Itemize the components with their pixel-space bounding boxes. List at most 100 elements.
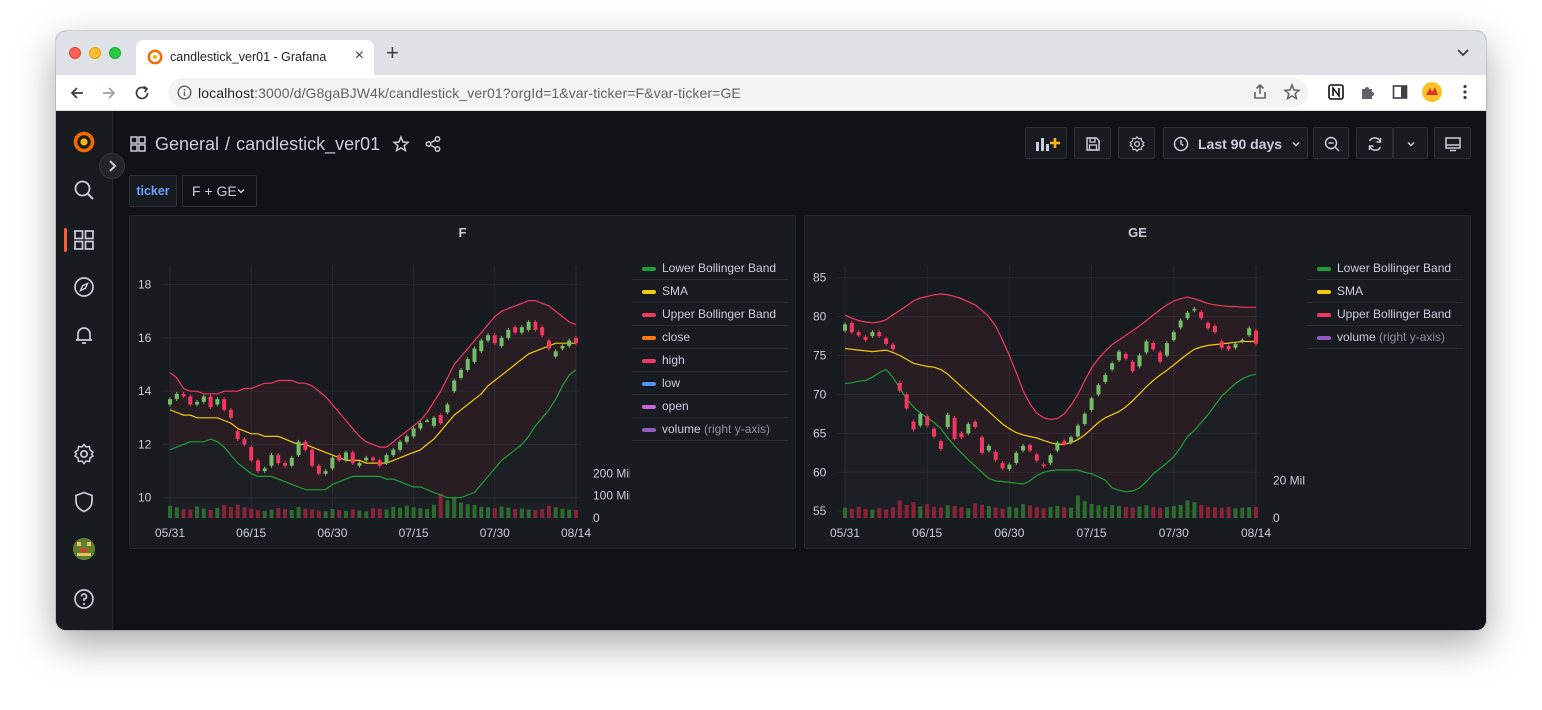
browser-menu-icon[interactable]: [1456, 83, 1474, 101]
candle-body: [201, 396, 206, 402]
extensions-puzzle-icon[interactable]: [1359, 83, 1377, 101]
panel-legend: Lower Bollinger Band SMA Upper Bollinger B…: [1307, 257, 1463, 349]
add-panel-button[interactable]: [1025, 127, 1067, 159]
candle-body: [364, 457, 369, 461]
volume-bar: [445, 500, 450, 518]
legend-item[interactable]: low: [632, 372, 788, 395]
legend-item[interactable]: open: [632, 395, 788, 418]
legend-label: Lower Bollinger Band: [662, 261, 777, 275]
legend-item[interactable]: Lower Bollinger Band: [1307, 257, 1463, 280]
notion-extension-icon[interactable]: [1327, 83, 1345, 101]
explore-compass-icon[interactable]: [72, 275, 96, 299]
y-tick-label: 70: [813, 387, 827, 401]
panel-ge[interactable]: GE 55 60 65 70 75 80 85 05/31 06/15 06/30 07/15 07/…: [804, 215, 1471, 549]
ticker-variable-select[interactable]: F + GE: [182, 175, 257, 207]
legend-item[interactable]: Lower Bollinger Band: [632, 257, 788, 280]
legend-item[interactable]: high: [632, 349, 788, 372]
volume-bar: [418, 508, 423, 518]
dashboards-grid-icon[interactable]: [72, 228, 96, 252]
candle-body: [1096, 385, 1101, 395]
refresh-interval-dropdown[interactable]: [1393, 127, 1428, 159]
configuration-gear-icon[interactable]: [72, 442, 96, 466]
candle-body: [357, 463, 362, 466]
legend-item[interactable]: Upper Bollinger Band: [632, 303, 788, 326]
new-tab-icon[interactable]: +: [386, 42, 399, 64]
refresh-dashboard-button[interactable]: [1356, 127, 1393, 159]
volume-bar: [1103, 506, 1108, 518]
candle-body: [222, 399, 227, 410]
refresh-icon: [1368, 137, 1382, 151]
legend-swatch: [642, 359, 656, 363]
share-dashboard-icon[interactable]: [424, 135, 442, 153]
candle-body: [843, 324, 847, 331]
time-picker-button[interactable]: Last 90 days: [1163, 127, 1308, 159]
candle-body: [849, 322, 854, 333]
monitor-icon: [1445, 137, 1461, 152]
site-info-icon[interactable]: [177, 85, 192, 100]
right-y-tick-label: 0: [1273, 511, 1280, 525]
candle-body: [1123, 353, 1128, 359]
legend-label: Lower Bollinger Band: [1337, 261, 1452, 275]
candlestick-chart-ge[interactable]: 55 60 65 70 75 80 85 05/31 06/15 06/30 07/15 07/30 0…: [805, 216, 1305, 550]
candlestick-chart-f[interactable]: 10 12 14 16 18 05/31 06/15 06/30 07/15 07/30 08/14…: [130, 216, 630, 550]
volume-bar: [310, 509, 315, 518]
candle-body: [1034, 454, 1039, 461]
volume-bar: [364, 511, 369, 518]
alerting-bell-icon[interactable]: [72, 323, 96, 347]
star-favorite-icon[interactable]: [392, 135, 411, 153]
dashboard-settings-button[interactable]: [1118, 127, 1155, 159]
address-bar[interactable]: localhost:3000/d/G8gaBJW4k/candlestick_v…: [168, 78, 1308, 107]
candle-body: [1185, 312, 1190, 319]
tab-close-icon[interactable]: ×: [355, 47, 364, 65]
candle-body: [276, 455, 281, 464]
legend-item[interactable]: close: [632, 326, 788, 349]
browser-tab[interactable]: candlestick_ver01 - Grafana ×: [136, 40, 374, 75]
server-admin-shield-icon[interactable]: [72, 490, 96, 514]
candle-body: [1158, 352, 1163, 362]
breadcrumb-folder-link[interactable]: General: [155, 134, 219, 155]
legend-item[interactable]: Upper Bollinger Band: [1307, 303, 1463, 326]
help-question-icon[interactable]: [72, 587, 96, 611]
search-icon[interactable]: [72, 178, 96, 202]
legend-label: open: [662, 399, 689, 413]
zoom-out-button[interactable]: [1313, 127, 1349, 159]
reload-icon[interactable]: [133, 84, 151, 102]
candle-body: [228, 409, 233, 418]
view-mode-button[interactable]: [1434, 127, 1471, 159]
dashboard-title[interactable]: candlestick_ver01: [236, 134, 380, 155]
legend-item[interactable]: volume (right y-axis): [1307, 326, 1463, 349]
side-panel-icon[interactable]: [1391, 83, 1409, 101]
volume-bar: [330, 509, 335, 518]
maximize-window-button[interactable]: [109, 47, 121, 59]
legend-item[interactable]: SMA: [632, 280, 788, 303]
candle-body: [479, 340, 484, 352]
close-window-button[interactable]: [69, 47, 81, 59]
bookmark-star-icon[interactable]: [1283, 83, 1301, 101]
volume-bar: [1199, 504, 1204, 518]
share-page-icon[interactable]: [1251, 83, 1269, 101]
grafana-logo-icon[interactable]: [72, 130, 96, 154]
candle-body: [540, 327, 545, 336]
candle-body: [884, 338, 889, 344]
candle-body: [296, 441, 301, 456]
dock-menu-toggle-button[interactable]: [99, 153, 125, 179]
tab-strip: candlestick_ver01 - Grafana × +: [56, 31, 1486, 75]
tab-search-chevron-icon[interactable]: [1456, 45, 1470, 59]
candle-body: [1117, 351, 1121, 361]
legend-item[interactable]: volume (right y-axis): [632, 418, 788, 441]
user-avatar[interactable]: [73, 538, 95, 560]
forward-arrow-icon[interactable]: [100, 84, 118, 102]
volume-bar: [188, 509, 193, 518]
candle-body: [877, 332, 882, 337]
back-arrow-icon[interactable]: [68, 84, 86, 102]
x-tick-label: 06/15: [236, 526, 266, 540]
minimize-window-button[interactable]: [89, 47, 101, 59]
panel-f[interactable]: F 10 12 14 16 18 05/31 06/15 06/30 07/15 07/30 08/…: [129, 215, 796, 549]
legend-item[interactable]: SMA: [1307, 280, 1463, 303]
avatar-pattern-icon: [73, 538, 95, 560]
candle-body: [1144, 341, 1149, 353]
candle-body: [986, 445, 991, 451]
candle-body: [1021, 445, 1026, 451]
save-dashboard-button[interactable]: [1074, 127, 1111, 159]
profile-avatar-icon[interactable]: [1421, 81, 1443, 103]
